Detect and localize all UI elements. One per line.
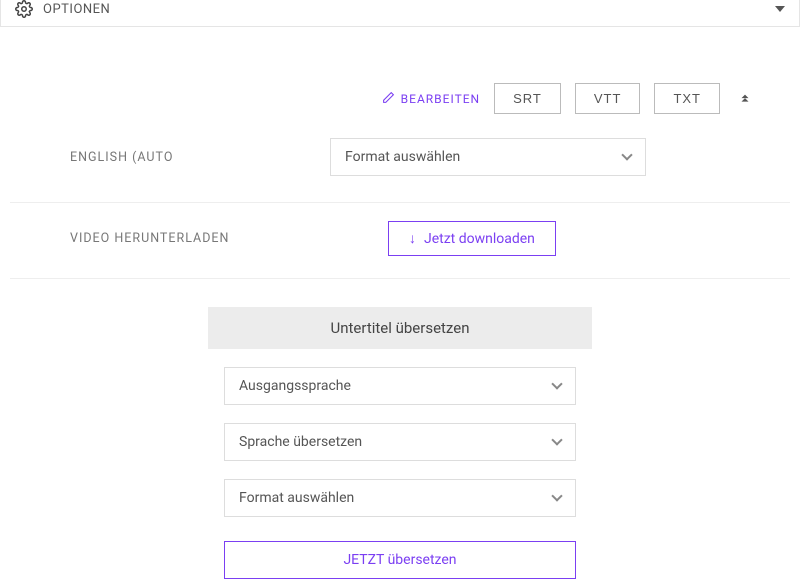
download-row: VIDEO HERUNTERLADEN ↓ Jetzt downloaden <box>10 203 790 279</box>
download-label: VIDEO HERUNTERLADEN <box>10 231 330 246</box>
options-left: OPTIONEN <box>15 0 110 18</box>
translate-section: Untertitel übersetzen Ausgangssprache Sp… <box>10 307 790 579</box>
target-language-value: Sprache übersetzen <box>239 434 362 450</box>
chevron-down-icon <box>551 434 562 445</box>
chevron-down-icon <box>551 378 562 389</box>
format-select-value: Format auswählen <box>345 149 460 165</box>
translate-button[interactable]: JETZT übersetzen <box>224 541 576 579</box>
options-label: OPTIONEN <box>43 2 110 17</box>
target-language-select[interactable]: Sprache übersetzen <box>224 423 576 461</box>
action-row: BEARBEITEN SRT VTT TXT <box>10 83 790 114</box>
download-icon: ↓ <box>409 230 416 247</box>
content: BEARBEITEN SRT VTT TXT ENGLISH (AUTO For… <box>0 83 800 579</box>
options-bar[interactable]: OPTIONEN <box>0 0 800 27</box>
collapse-icon[interactable] <box>738 90 752 107</box>
language-row: ENGLISH (AUTO Format auswählen <box>10 114 790 203</box>
source-language-value: Ausgangssprache <box>239 378 351 394</box>
translate-format-value: Format auswählen <box>239 490 354 506</box>
pencil-icon <box>382 91 395 107</box>
translate-button-label: JETZT übersetzen <box>343 552 456 568</box>
chevron-down-icon <box>621 149 632 160</box>
format-select[interactable]: Format auswählen <box>330 138 646 176</box>
translate-header: Untertitel übersetzen <box>208 307 592 349</box>
caret-down-icon[interactable] <box>775 6 785 12</box>
download-button[interactable]: ↓ Jetzt downloaden <box>388 221 556 256</box>
vtt-button[interactable]: VTT <box>575 83 641 114</box>
translate-format-select[interactable]: Format auswählen <box>224 479 576 517</box>
chevron-down-icon <box>551 490 562 501</box>
download-button-label: Jetzt downloaden <box>424 231 535 247</box>
gear-icon <box>15 0 33 18</box>
edit-label: BEARBEITEN <box>401 92 480 106</box>
edit-link[interactable]: BEARBEITEN <box>382 91 480 107</box>
language-label: ENGLISH (AUTO <box>10 150 330 165</box>
txt-button[interactable]: TXT <box>654 83 720 114</box>
srt-button[interactable]: SRT <box>494 83 561 114</box>
source-language-select[interactable]: Ausgangssprache <box>224 367 576 405</box>
